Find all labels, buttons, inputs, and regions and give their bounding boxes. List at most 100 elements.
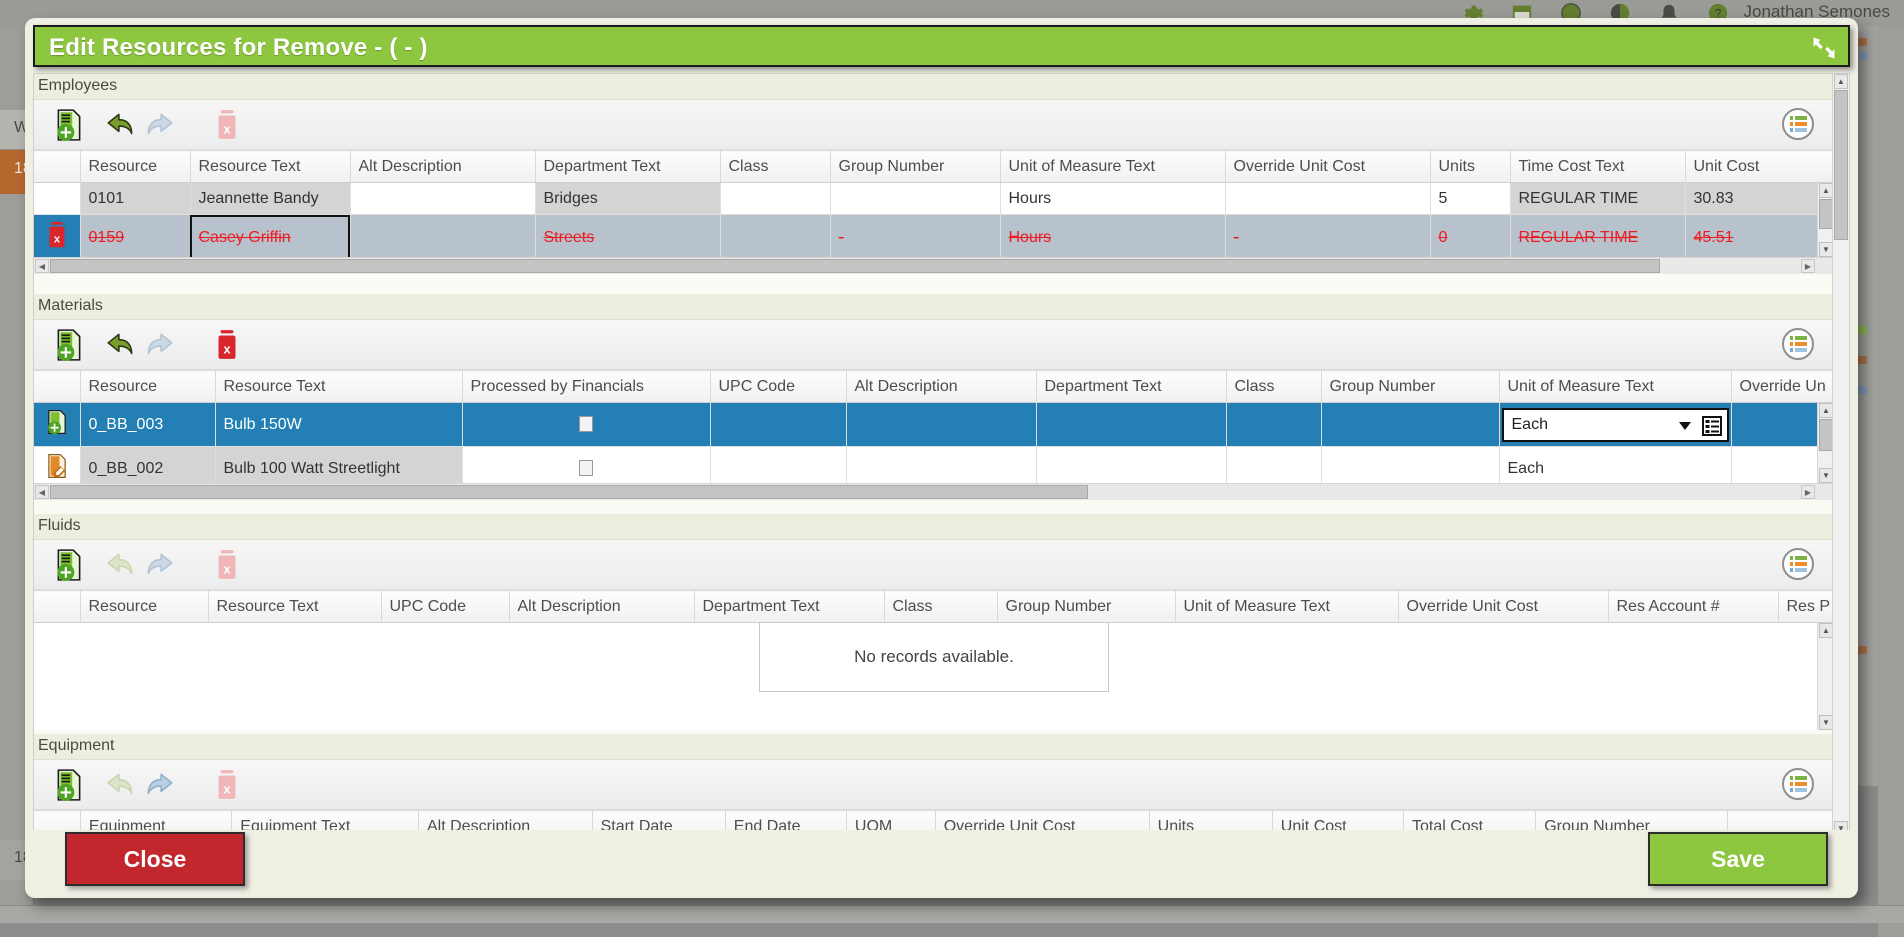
cell-override-unit-cost[interactable]: - — [1225, 214, 1431, 261]
cell-resource[interactable]: 0159 — [80, 214, 191, 261]
col-group-number[interactable]: Group Number — [997, 590, 1176, 623]
col-class[interactable]: Class — [720, 150, 831, 183]
col-unit-of-measure-text[interactable]: Unit of Measure Text — [1000, 150, 1226, 183]
col-alt-description[interactable]: Alt Description — [350, 150, 536, 183]
col-res-p[interactable]: Res P — [1778, 590, 1835, 623]
col-unit-of-measure-text[interactable]: Unit of Measure Text — [1499, 370, 1732, 403]
new-record-icon[interactable] — [52, 548, 86, 587]
row-delete-marker[interactable]: x — [34, 214, 81, 261]
table-row-deleted[interactable]: x 0159 Casey Griffin Streets - Hours - 0… — [34, 214, 1836, 261]
scroll-thumb[interactable] — [1819, 419, 1833, 451]
cell-resource[interactable]: 0101 — [80, 182, 191, 215]
cell-override-unit-cost[interactable] — [1225, 182, 1431, 215]
delete-icon[interactable]: x — [212, 328, 242, 367]
cell-department-text[interactable]: Streets — [535, 214, 721, 261]
col-resource[interactable]: Resource — [80, 150, 191, 183]
col-override-unit-cost[interactable]: Override Unit Cost — [1225, 150, 1431, 183]
row-new-marker[interactable] — [34, 402, 81, 447]
cell-alt-description[interactable] — [846, 402, 1037, 447]
cell-department-text[interactable]: Bridges — [535, 182, 721, 215]
new-record-icon[interactable] — [52, 108, 86, 147]
cell-group-number[interactable] — [1321, 402, 1500, 447]
scroll-left-arrow[interactable]: ◀ — [35, 259, 49, 273]
new-record-icon[interactable] — [52, 768, 86, 807]
redo-icon[interactable] — [142, 768, 176, 807]
col-class[interactable]: Class — [884, 590, 998, 623]
col-processed-by-financials[interactable]: Processed by Financials — [462, 370, 711, 403]
col-alt-description[interactable]: Alt Description — [846, 370, 1037, 403]
cell-unit-cost[interactable]: 45.51 — [1685, 214, 1836, 261]
cell-unit-of-measure-text[interactable]: Hours — [1000, 214, 1226, 261]
col-resource[interactable]: Resource — [80, 590, 209, 623]
list-menu-icon[interactable] — [1782, 548, 1814, 580]
scroll-thumb[interactable] — [50, 259, 1660, 273]
cell-units[interactable]: 0 — [1430, 214, 1511, 261]
list-picker-icon[interactable] — [1701, 415, 1722, 436]
cell-class[interactable] — [1226, 402, 1322, 447]
collapse-icon[interactable] — [1810, 34, 1838, 62]
col-upc-code[interactable]: UPC Code — [710, 370, 847, 403]
cell-unit-cost[interactable]: 30.83 — [1685, 182, 1836, 215]
undo-icon[interactable] — [104, 108, 138, 147]
col-override-unit-cost[interactable]: Override Unit Cost — [1398, 590, 1609, 623]
cell-time-cost-text[interactable]: REGULAR TIME — [1510, 214, 1686, 261]
chevron-down-icon[interactable] — [1678, 421, 1691, 430]
list-menu-icon[interactable] — [1782, 328, 1814, 360]
col-resource-text[interactable]: Resource Text — [190, 150, 351, 183]
scroll-up-arrow[interactable]: ▲ — [1819, 403, 1833, 418]
scroll-down-arrow[interactable]: ▼ — [1819, 468, 1833, 483]
processed-checkbox[interactable] — [579, 416, 593, 433]
undo-icon[interactable] — [104, 328, 138, 367]
scroll-thumb[interactable] — [50, 485, 1088, 499]
cell-group-number[interactable]: - — [830, 214, 1001, 261]
scroll-down-arrow[interactable]: ▼ — [1819, 242, 1833, 257]
scroll-up-arrow[interactable]: ▲ — [1819, 183, 1833, 198]
scroll-left-arrow[interactable]: ◀ — [35, 485, 49, 499]
cell-alt-description[interactable] — [350, 182, 536, 215]
new-record-icon[interactable] — [52, 328, 86, 367]
col-class[interactable]: Class — [1226, 370, 1322, 403]
col-resource-text[interactable]: Resource Text — [215, 370, 463, 403]
col-resource[interactable]: Resource — [80, 370, 216, 403]
scroll-right-arrow[interactable]: ▶ — [1801, 485, 1815, 499]
scroll-right-arrow[interactable]: ▶ — [1801, 259, 1815, 273]
cell-department-text[interactable] — [1036, 402, 1227, 447]
grid-horizontal-scrollbar-employees[interactable]: ◀ ▶ — [34, 257, 1834, 274]
cell-group-number[interactable] — [830, 182, 1001, 215]
cell-resource[interactable]: 0_BB_003 — [80, 402, 216, 447]
background-horizontal-scrollbar[interactable] — [0, 905, 1904, 923]
table-row[interactable]: 0101 Jeannette Bandy Bridges Hours 5 REG… — [34, 182, 1836, 215]
cell-resource-text[interactable]: Jeannette Bandy — [190, 182, 351, 215]
dialog-vertical-scrollbar[interactable]: ▲ ▼ — [1832, 74, 1849, 834]
scroll-up-arrow[interactable]: ▲ — [1834, 74, 1848, 89]
uom-dropdown[interactable]: Each — [1501, 407, 1729, 442]
cell-upc-code[interactable] — [710, 402, 847, 447]
col-upc-code[interactable]: UPC Code — [381, 590, 510, 623]
cell-resource-text[interactable]: Bulb 150W — [215, 402, 463, 447]
col-group-number[interactable]: Group Number — [1321, 370, 1500, 403]
col-unit-of-measure-text[interactable]: Unit of Measure Text — [1175, 590, 1399, 623]
table-row-selected[interactable]: 0_BB_003 Bulb 150W Each — [34, 402, 1835, 447]
scroll-up-arrow[interactable]: ▲ — [1819, 623, 1833, 638]
close-button[interactable]: Close — [65, 832, 245, 886]
cell-unit-of-measure-text[interactable]: Hours — [1000, 182, 1226, 215]
row-selector[interactable] — [34, 182, 81, 215]
cell-units[interactable]: 5 — [1430, 182, 1511, 215]
cell-unit-of-measure-editor[interactable]: Each — [1499, 402, 1732, 447]
grid-horizontal-scrollbar-materials[interactable]: ◀ ▶ — [34, 483, 1834, 500]
scroll-thumb[interactable] — [1834, 90, 1848, 240]
cell-alt-description[interactable] — [350, 214, 536, 261]
processed-checkbox[interactable] — [579, 460, 593, 477]
col-department-text[interactable]: Department Text — [694, 590, 885, 623]
scroll-down-arrow[interactable]: ▼ — [1819, 715, 1833, 730]
cell-processed-by-financials[interactable] — [462, 402, 711, 447]
col-unit-cost[interactable]: Unit Cost — [1685, 150, 1836, 183]
col-department-text[interactable]: Department Text — [1036, 370, 1227, 403]
list-menu-icon[interactable] — [1782, 768, 1814, 800]
cell-resource-text[interactable]: Casey Griffin — [190, 214, 351, 261]
cell-class[interactable] — [720, 214, 831, 261]
col-group-number[interactable]: Group Number — [830, 150, 1001, 183]
col-department-text[interactable]: Department Text — [535, 150, 721, 183]
save-button[interactable]: Save — [1648, 832, 1828, 886]
col-time-cost-text[interactable]: Time Cost Text — [1510, 150, 1686, 183]
